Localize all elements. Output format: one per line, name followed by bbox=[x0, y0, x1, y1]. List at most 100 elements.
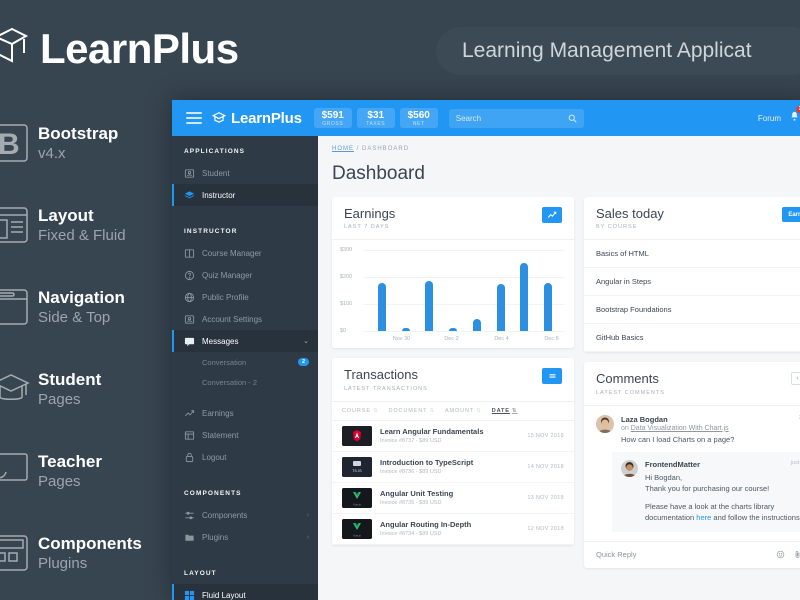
sidebar-item-course-manager[interactable]: Course Manager bbox=[172, 242, 318, 264]
chart-bar[interactable] bbox=[401, 328, 410, 332]
promo-banner: Learning Management Applicat bbox=[436, 27, 800, 75]
feature-student: Student Pages bbox=[0, 354, 180, 424]
list-item[interactable]: GitHub Basics3 bbox=[584, 324, 800, 353]
chart-x-axis: Nov 30 Dec 2 Dec 4 Dec 6 bbox=[364, 336, 564, 342]
forum-link[interactable]: Forum bbox=[758, 114, 781, 123]
invoice-info: Invoice #8737 - $89 USD bbox=[380, 437, 442, 444]
chart-bar[interactable] bbox=[425, 280, 434, 332]
book-logo-icon bbox=[212, 112, 226, 123]
list-item[interactable]: Angular in Steps9 bbox=[584, 268, 800, 297]
chart-x-tick-label: Dec 2 bbox=[444, 336, 459, 343]
promo-logo-row: LearnPlus bbox=[0, 14, 239, 84]
comment-context: on Data Visualization With Chart.js bbox=[621, 425, 800, 432]
sidebar-item-statement[interactable]: Statement bbox=[172, 424, 318, 446]
reply-line-2: Thank you for purchasing our course! bbox=[645, 483, 770, 493]
table-row[interactable]: Vue.js Angular Routing In-Depth Invoice #8… bbox=[332, 514, 574, 545]
emoji-icon[interactable] bbox=[776, 550, 785, 559]
column-header-document[interactable]: DOCUMENT ⇅ bbox=[388, 408, 435, 414]
sidebar-item-fluid-layout[interactable]: Fluid Layout bbox=[172, 584, 318, 600]
earnings-card-subtitle: LAST 7 DAYS bbox=[344, 224, 390, 231]
comment-course-link[interactable]: Data Visualization With Chart.js bbox=[631, 425, 729, 432]
chart-y-tick-label: $200 bbox=[340, 274, 353, 281]
chart-bar[interactable] bbox=[544, 282, 553, 332]
stat-taxes[interactable]: $31 TAXES bbox=[356, 108, 395, 128]
feature-teacher: Teacher Pages bbox=[0, 436, 180, 506]
conversation-badge: 2 bbox=[297, 358, 309, 366]
chart-x-tick-label: Dec 6 bbox=[544, 336, 559, 343]
stat-amount: $560 bbox=[407, 110, 430, 121]
reply-time: just now bbox=[790, 459, 800, 466]
chart-bar[interactable] bbox=[449, 328, 458, 332]
table-row[interactable]: Vue.js Angular Unit Testing Invoice #8735 … bbox=[332, 483, 574, 514]
sidebar-item-account-settings[interactable]: Account Settings bbox=[172, 308, 318, 330]
quick-reply-actions bbox=[776, 550, 800, 560]
reply-line-3-b: and follow the instructions. bbox=[711, 513, 800, 523]
sidebar-item-student[interactable]: Student bbox=[172, 162, 318, 184]
table-row[interactable]: Learn Angular Fundamentals Invoice #8737 … bbox=[332, 421, 574, 452]
sales-earnings-button[interactable]: Earnings bbox=[782, 207, 800, 222]
sort-icon: ⇅ bbox=[511, 407, 518, 414]
svg-text:Vue.js: Vue.js bbox=[353, 533, 361, 537]
sidebar-item-logout[interactable]: Logout bbox=[172, 446, 318, 468]
column-header-course[interactable]: COURSE ⇅ bbox=[342, 408, 378, 414]
chart-bar[interactable] bbox=[377, 282, 386, 332]
learnplus-logo-icon bbox=[0, 23, 29, 75]
statement-icon bbox=[184, 430, 195, 440]
stat-gross[interactable]: $591 GROSS bbox=[313, 108, 352, 128]
chart-bar[interactable] bbox=[472, 319, 481, 332]
chart-bar-slot bbox=[418, 280, 442, 332]
notifications-button[interactable]: 2 bbox=[789, 106, 800, 127]
breadcrumb: HOME / DASHBOARD bbox=[332, 146, 800, 152]
transaction-date: 13 NOV 2018 bbox=[527, 494, 564, 501]
chevron-right-icon: › bbox=[306, 533, 309, 541]
quick-reply-input[interactable]: Quick Reply bbox=[596, 550, 776, 559]
sort-icon: ⇅ bbox=[429, 407, 435, 414]
sidebar-item-label: Instructor bbox=[202, 190, 236, 200]
app-brand[interactable]: LearnPlus bbox=[212, 110, 302, 127]
feature-title: Navigation bbox=[38, 287, 125, 307]
sidebar-item-earnings[interactable]: Earnings bbox=[172, 402, 318, 424]
avatar-image bbox=[621, 459, 638, 477]
comment-on-prefix: on bbox=[621, 424, 629, 432]
attachment-icon[interactable] bbox=[793, 550, 800, 559]
column-header-date[interactable]: DATE ⇅ bbox=[492, 408, 518, 414]
menu-toggle-icon[interactable] bbox=[186, 109, 202, 127]
reply-line-3: Please have a look at the charts library… bbox=[645, 501, 800, 524]
sidebar-item-instructor[interactable]: Instructor bbox=[172, 184, 318, 206]
transactions-column-headers: COURSE ⇅ DOCUMENT ⇅ AMOUNT ⇅ DATE ⇅ bbox=[332, 402, 574, 421]
sidebar-item-label: Account Settings bbox=[202, 314, 263, 324]
course-thumbnail bbox=[342, 425, 372, 446]
breadcrumb-home[interactable]: HOME bbox=[332, 146, 354, 152]
sidebar-heading-layout: LAYOUT bbox=[184, 570, 217, 577]
table-row[interactable]: TS JS Introduction to TypeScript Invoice #… bbox=[332, 452, 574, 483]
stat-net[interactable]: $560 NET bbox=[399, 108, 438, 128]
sidebar-item-quiz-manager[interactable]: Quiz Manager bbox=[172, 264, 318, 286]
chart-bar-slot bbox=[465, 319, 489, 332]
chart-bar[interactable] bbox=[520, 262, 529, 332]
sidebar-subitem-conversation-2[interactable]: Conversation - 2 bbox=[172, 372, 318, 392]
column-label: DATE bbox=[491, 407, 510, 414]
sidebar-item-plugins[interactable]: Plugins › bbox=[172, 526, 318, 548]
column-header-amount[interactable]: AMOUNT ⇅ bbox=[445, 408, 482, 414]
bootstrap-icon: B bbox=[0, 121, 30, 165]
earnings-chart-toggle-button[interactable] bbox=[542, 207, 562, 223]
sidebar-subitem-conversation[interactable]: Conversation 2 bbox=[172, 352, 318, 372]
sidebar-item-messages[interactable]: Messages ⌄ bbox=[172, 330, 318, 352]
sidebar-item-public-profile[interactable]: Public Profile bbox=[172, 286, 318, 308]
svg-text:Vue.js: Vue.js bbox=[353, 502, 361, 506]
search-icon bbox=[568, 114, 577, 123]
whiteboard-icon bbox=[0, 449, 30, 493]
transactions-view-button[interactable] bbox=[542, 368, 562, 385]
list-item[interactable]: Basics of HTML12 bbox=[584, 240, 800, 269]
comments-prev-button[interactable]: ‹ bbox=[791, 372, 800, 386]
chart-bar-slot bbox=[394, 328, 418, 332]
chart-bar[interactable] bbox=[496, 284, 505, 332]
app-topbar: LearnPlus $591 GROSS $31 TAXES $560 NET … bbox=[172, 100, 800, 136]
stat-amount: $591 bbox=[321, 110, 344, 121]
search-input[interactable]: Search bbox=[448, 108, 584, 128]
list-icon bbox=[549, 374, 555, 378]
list-item[interactable]: Bootstrap Foundations7 bbox=[584, 296, 800, 325]
reply-doc-link[interactable]: here bbox=[696, 513, 711, 522]
sidebar-item-components[interactable]: Components › bbox=[172, 504, 318, 526]
sales-course-name: GitHub Basics bbox=[596, 333, 644, 343]
